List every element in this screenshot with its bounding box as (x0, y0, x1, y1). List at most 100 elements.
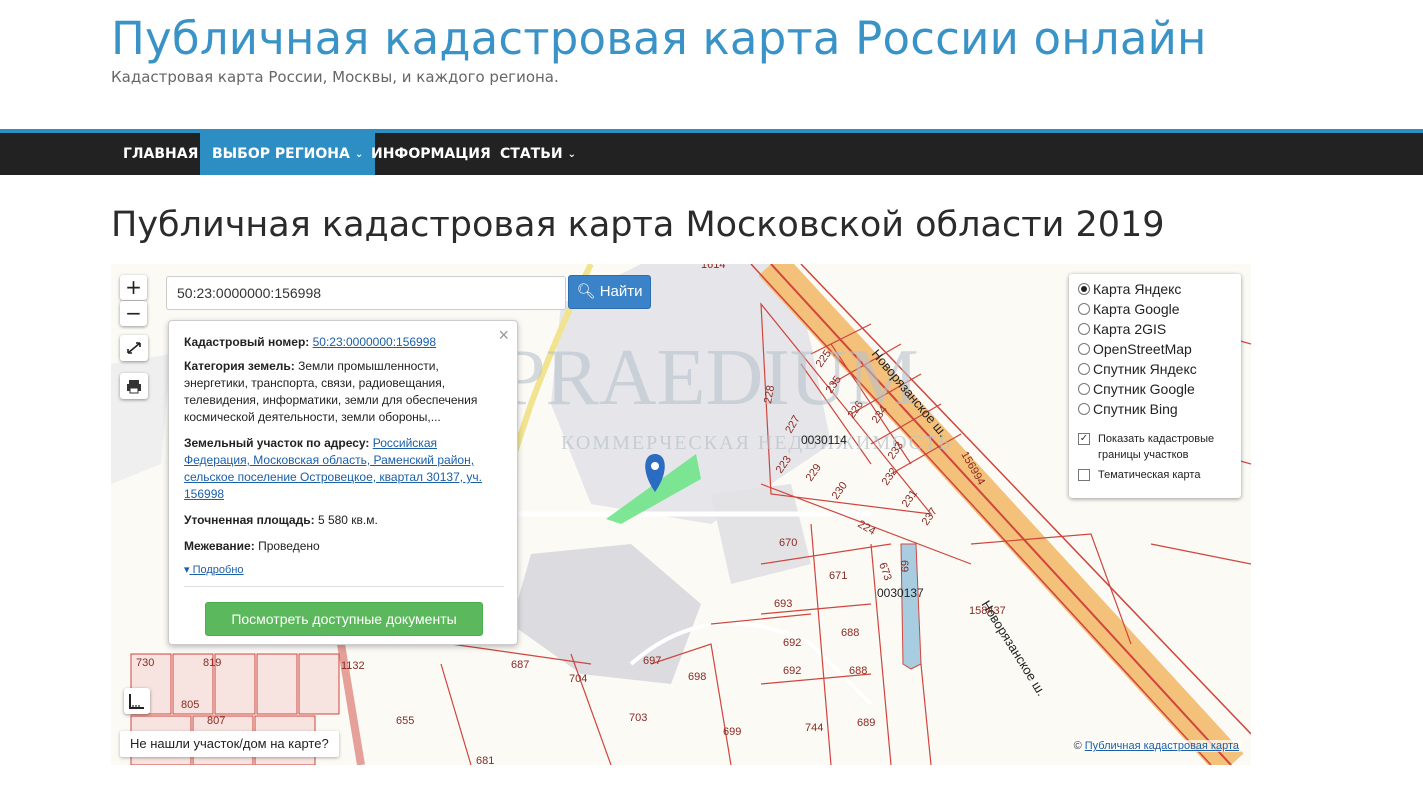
address-label: Земельный участок по адресу: (184, 436, 370, 450)
copyright-link[interactable]: Публичная кадастровая карта (1085, 740, 1239, 752)
parcel-label: 230 (830, 480, 850, 502)
parcel-label: 703 (629, 712, 647, 724)
layer-label: Спутник Bing (1093, 401, 1178, 417)
parcel-label: 224 (856, 518, 878, 538)
radio-selected[interactable] (1078, 283, 1090, 295)
radio[interactable] (1078, 403, 1090, 415)
layer-option-bing-satellite[interactable]: Спутник Bing (1078, 400, 1178, 418)
parcel-label: 688 (841, 627, 859, 639)
nav-home[interactable]: ГЛАВНАЯ (111, 133, 210, 175)
cadastral-number-link[interactable]: 50:23:0000000:156998 (313, 335, 436, 349)
parcel-label: 698 (688, 671, 706, 683)
parcel-label: 704 (569, 673, 587, 685)
quarter-label: 0030114 (801, 433, 847, 447)
nav-region-label: ВЫБОР РЕГИОНА (212, 146, 350, 162)
parcel-info-popup: × Кадастровый номер: 50:23:0000000:15699… (168, 320, 518, 645)
search-icon: 🔍︎ (576, 283, 596, 300)
search-button-label: Найти (599, 283, 643, 300)
map-copyright: © Публичная кадастровая карта (1071, 740, 1241, 752)
radio[interactable] (1078, 383, 1090, 395)
survey-label: Межевание: (184, 539, 255, 553)
checkbox-checked[interactable]: ✓ (1078, 433, 1090, 445)
parcel-label: 670 (779, 537, 797, 549)
parcel-label: 807 (207, 715, 225, 727)
printer-icon (127, 380, 141, 394)
parcel-label: 1614 (701, 264, 725, 271)
show-boundaries-checkbox-row[interactable]: ✓ Показать кадастровые границы участков (1078, 431, 1228, 463)
parcel-label: 805 (181, 699, 199, 711)
ruler-button[interactable] (124, 688, 150, 714)
details-link[interactable]: ▾ Подробно (184, 563, 244, 576)
parcel-label: 681 (476, 755, 494, 765)
nav-region-select[interactable]: ВЫБОР РЕГИОНА ⌄ (200, 133, 376, 175)
thematic-map-checkbox-row[interactable]: Тематическая карта (1078, 467, 1228, 483)
land-category-row: Категория земель: Земли промышленности, … (184, 358, 504, 426)
divider (184, 586, 504, 587)
parcel-label: 744 (805, 722, 823, 734)
layer-option-google-map[interactable]: Карта Google (1078, 300, 1180, 318)
main-nav: ГЛАВНАЯ ВЫБОР РЕГИОНА ⌄ ИНФОРМАЦИЯ СТАТЬИ… (0, 129, 1423, 175)
layer-option-openstreetmap[interactable]: OpenStreetMap (1078, 340, 1192, 358)
land-category-label: Категория земель: (184, 359, 295, 373)
zoom-out-button[interactable]: − (120, 301, 147, 326)
layer-label: Карта 2GIS (1093, 321, 1167, 337)
parcel-label: 231 (900, 488, 920, 510)
checkbox[interactable] (1078, 469, 1090, 481)
survey-value: Проведено (258, 539, 320, 553)
parcel-label: 69 (898, 560, 910, 572)
site-description: Кадастровая карта России, Москвы, и кажд… (111, 68, 559, 86)
nav-information-label: ИНФОРМАЦИЯ (371, 146, 491, 162)
layer-option-2gis-map[interactable]: Карта 2GIS (1078, 320, 1166, 338)
cadastral-search-input[interactable] (166, 276, 566, 310)
layer-switcher: Карта Яндекс Карта Google Карта 2GIS Ope… (1069, 274, 1241, 498)
copyright-symbol: © (1073, 740, 1082, 752)
parcel-label: 692 (783, 637, 801, 649)
parcel-label: 232 (880, 466, 900, 488)
details-link-label: Подробно (192, 564, 244, 576)
parcel-label: 688 (849, 665, 867, 677)
page-title: Публичная кадастровая карта Московской о… (111, 205, 1165, 245)
parcel-label: 229 (804, 462, 824, 484)
parcel-label: 687 (511, 659, 529, 671)
parcel-label: 237 (920, 506, 940, 528)
radio[interactable] (1078, 363, 1090, 375)
area-value: 5 580 кв.м. (317, 513, 378, 527)
parcel-label: 673 (876, 561, 894, 582)
ruler-icon (129, 694, 144, 709)
site-title[interactable]: Публичная кадастровая карта России онлай… (111, 12, 1207, 65)
parcel-label: 671 (829, 570, 847, 582)
cadastral-number-row: Кадастровый номер: 50:23:0000000:156998 (184, 334, 504, 351)
caret-down-icon: ▾ (184, 564, 190, 576)
survey-row: Межевание: Проведено (184, 538, 504, 555)
parcel-label: 699 (723, 726, 741, 738)
area-label: Уточненная площадь: (184, 513, 315, 527)
radio[interactable] (1078, 303, 1090, 315)
radio[interactable] (1078, 323, 1090, 335)
layer-option-yandex-satellite[interactable]: Спутник Яндекс (1078, 360, 1197, 378)
parcel-label: 693 (774, 598, 792, 610)
cadastral-map[interactable]: PRAEDIUM КОММЕРЧЕСКАЯ НЕДВИЖИМОСТЬ Новор… (111, 264, 1251, 765)
layer-label: Спутник Google (1093, 381, 1195, 397)
search-button[interactable]: 🔍︎ Найти (568, 275, 651, 309)
print-button[interactable] (120, 373, 148, 399)
parcel-label: 158437 (969, 605, 1006, 617)
nav-articles[interactable]: СТАТЬИ ⌄ (488, 133, 588, 175)
fullscreen-button[interactable] (120, 335, 148, 361)
view-documents-button[interactable]: Посмотреть доступные документы (205, 602, 483, 636)
address-row: Земельный участок по адресу: Российская … (184, 435, 504, 503)
layer-label: Карта Яндекс (1093, 281, 1182, 297)
parcel-label: 692 (783, 665, 801, 677)
nav-information[interactable]: ИНФОРМАЦИЯ (359, 133, 503, 175)
nav-articles-label: СТАТЬИ (500, 146, 563, 162)
area-row: Уточненная площадь: 5 580 кв.м. (184, 512, 504, 529)
parcel-label: 689 (857, 717, 875, 729)
parcel-label: 655 (396, 715, 414, 727)
quarter-label: 0030137 (877, 586, 924, 600)
radio[interactable] (1078, 343, 1090, 355)
zoom-in-button[interactable]: + (120, 275, 147, 300)
layer-label: Карта Google (1093, 301, 1180, 317)
not-found-button[interactable]: Не нашли участок/дом на карте? (120, 731, 339, 757)
layer-option-yandex-map[interactable]: Карта Яндекс (1078, 280, 1181, 298)
layer-option-google-satellite[interactable]: Спутник Google (1078, 380, 1195, 398)
parcel-label: 819 (203, 657, 221, 669)
